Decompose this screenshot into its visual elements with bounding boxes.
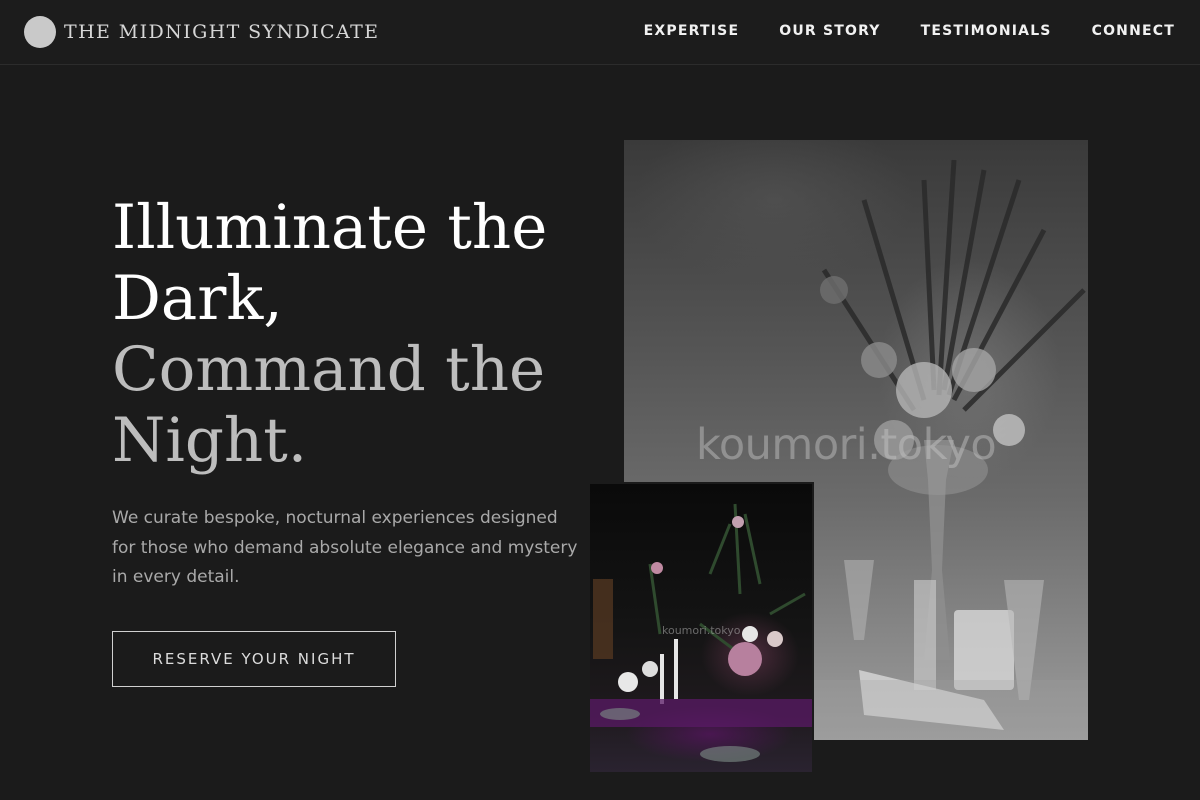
brand[interactable]: THE MIDNIGHT SYNDICATE [24,16,379,48]
photo-watermark: koumori.tokyo [696,420,997,470]
nav-link-connect[interactable]: CONNECT [1092,23,1175,39]
moon-circle-icon [24,16,56,48]
headline-line-2: Dark, [112,263,283,334]
reserve-night-button[interactable]: RESERVE YOUR NIGHT [112,631,396,687]
hero-description: We curate bespoke, nocturnal experiences… [112,508,578,587]
headline-line-1: Illuminate the [112,192,548,263]
dinner-table-photo: koumori.tokyo [588,482,814,774]
hero-headline: Illuminate the Dark, Command the Night. [112,192,582,476]
primary-nav: EXPERTISE OUR STORY TESTIMONIALS CONNECT [644,23,1175,39]
nav-link-expertise[interactable]: EXPERTISE [644,23,740,39]
inset-watermark: koumori.tokyo [662,624,741,637]
nav-link-testimonials[interactable]: TESTIMONIALS [921,23,1052,39]
headline-line-3: Command the [112,334,546,405]
site-header: THE MIDNIGHT SYNDICATE EXPERTISE OUR STO… [0,0,1200,65]
brand-name: THE MIDNIGHT SYNDICATE [64,21,380,43]
nav-link-our-story[interactable]: OUR STORY [779,23,880,39]
headline-line-4: Night. [112,405,308,476]
